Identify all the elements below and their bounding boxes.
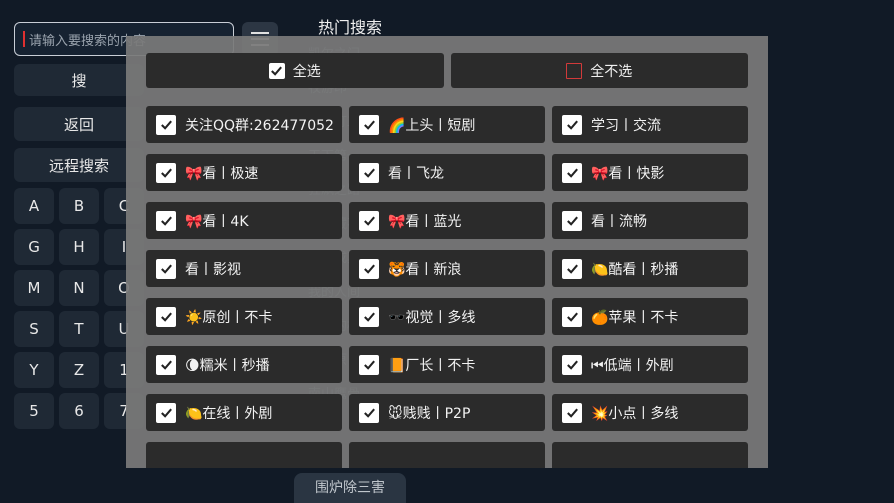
source-option[interactable]: 🎀看丨极速 [146, 154, 342, 191]
source-option[interactable]: ⏮低端丨外剧 [552, 346, 748, 383]
checkbox-checked-icon [156, 210, 176, 231]
checkbox-checked-icon [359, 114, 379, 135]
back-button[interactable]: 返回 [14, 107, 144, 141]
source-option-label: 看丨飞龙 [388, 165, 444, 182]
source-option-label: 🎀看丨4K [185, 213, 249, 230]
keyboard-key[interactable]: A [14, 188, 54, 224]
source-option-label: 🐭贱贱丨P2P [388, 405, 471, 422]
checkbox-checked-icon [562, 402, 582, 423]
checkbox-checked-icon [156, 354, 176, 375]
source-grid: 关注QQ群:262477052 🌈上头丨短剧 学习丨交流 🎀看丨极速 看丨飞龙 🎀看丨快影… [146, 106, 748, 468]
checkbox-checked-icon [562, 354, 582, 375]
keyboard: ABCGHIMNOSTUYZ1567 [14, 188, 144, 429]
source-option[interactable]: 🎀看丨快影 [552, 154, 748, 191]
checkbox-checked-icon [359, 306, 379, 327]
source-option[interactable]: 学习丨交流 [552, 106, 748, 143]
source-option-label: 🌘糯米丨秒播 [185, 357, 270, 374]
source-option-label: 看丨流畅 [591, 213, 647, 230]
source-option-label: 📙厂长丨不卡 [388, 357, 476, 374]
checkbox-checked-icon [268, 62, 285, 79]
checkbox-checked-icon [562, 162, 582, 183]
source-option-partial[interactable] [552, 442, 748, 468]
keyboard-key[interactable]: T [59, 311, 99, 347]
keyboard-key[interactable]: Y [14, 352, 54, 388]
remote-search-button[interactable]: 远程搜索 [14, 148, 144, 182]
keyboard-key[interactable]: G [14, 229, 54, 265]
checkbox-checked-icon [562, 210, 582, 231]
source-option-label: 关注QQ群:262477052 [185, 117, 334, 134]
source-option[interactable]: 🌘糯米丨秒播 [146, 346, 342, 383]
source-option[interactable]: 看丨影视 [146, 250, 342, 287]
checkbox-checked-icon [156, 114, 176, 135]
source-option[interactable]: 🎀看丨4K [146, 202, 342, 239]
source-option-label: 🍊苹果丨不卡 [591, 309, 679, 326]
search-button-label: 搜 [71, 71, 87, 90]
source-option[interactable]: 💥小点丨多线 [552, 394, 748, 431]
checkbox-checked-icon [359, 354, 379, 375]
source-option[interactable]: 🍋在线丨外剧 [146, 394, 342, 431]
checkbox-checked-icon [562, 114, 582, 135]
checkbox-checked-icon [156, 402, 176, 423]
source-option[interactable]: 🌈上头丨短剧 [349, 106, 545, 143]
search-button[interactable]: 搜 [14, 64, 144, 96]
keyboard-key[interactable]: Z [59, 352, 99, 388]
remote-search-label: 远程搜索 [48, 156, 109, 175]
checkbox-checked-icon [359, 210, 379, 231]
select-all-button[interactable]: 全选 [146, 53, 444, 88]
select-all-label: 全选 [292, 63, 321, 80]
source-option-label: 看丨影视 [185, 261, 241, 278]
source-option[interactable]: ☀️原创丨不卡 [146, 298, 342, 335]
source-option-label: 学习丨交流 [591, 117, 661, 134]
source-option-label: ☀️原创丨不卡 [185, 309, 273, 326]
select-none-button[interactable]: 全不选 [450, 53, 748, 88]
source-option-partial[interactable] [349, 442, 545, 468]
keyboard-key[interactable]: M [14, 270, 54, 306]
source-option[interactable]: 关注QQ群:262477052 [146, 106, 342, 143]
source-option[interactable]: 🕶️视觉丨多线 [349, 298, 545, 335]
source-option-label: 🎀看丨极速 [185, 165, 259, 182]
source-option-label: 🎀看丨蓝光 [388, 213, 462, 230]
source-option-label: 🐯看丨新浪 [388, 261, 462, 278]
source-option[interactable]: 🎀看丨蓝光 [349, 202, 545, 239]
text-caret [23, 31, 25, 47]
keyboard-key[interactable]: H [59, 229, 99, 265]
keyboard-key[interactable]: S [14, 311, 54, 347]
source-option-label: 💥小点丨多线 [591, 405, 679, 422]
checkbox-checked-icon [562, 306, 582, 327]
checkbox-checked-icon [359, 162, 379, 183]
back-button-label: 返回 [63, 115, 94, 134]
source-option-label: 🕶️视觉丨多线 [388, 309, 476, 326]
hot-search-item-bottom[interactable]: 围炉除三害 [294, 473, 406, 503]
source-option[interactable]: 看丨流畅 [552, 202, 748, 239]
source-option-label: ⏮低端丨外剧 [591, 357, 674, 374]
checkbox-checked-icon [359, 258, 379, 279]
checkbox-checked-icon [359, 402, 379, 423]
checkbox-unchecked-icon [566, 62, 583, 79]
keyboard-key[interactable]: N [59, 270, 99, 306]
source-option[interactable]: 🐯看丨新浪 [349, 250, 545, 287]
source-select-dialog: 全选 全不选 关注QQ群:262477052 🌈上头丨短剧 学习丨交流 🎀看丨极速 看丨… [126, 36, 768, 468]
source-option[interactable]: 🐭贱贱丨P2P [349, 394, 545, 431]
hot-search-title: 热门搜索 [318, 18, 383, 37]
source-option-label: 🎀看丨快影 [591, 165, 665, 182]
keyboard-key[interactable]: 5 [14, 393, 54, 429]
checkbox-checked-icon [156, 258, 176, 279]
source-option-label: 🍋在线丨外剧 [185, 405, 273, 422]
checkbox-checked-icon [562, 258, 582, 279]
select-none-label: 全不选 [590, 63, 633, 80]
checkbox-checked-icon [156, 306, 176, 327]
source-option[interactable]: 🍊苹果丨不卡 [552, 298, 748, 335]
source-option-label: 🌈上头丨短剧 [388, 117, 476, 134]
source-option[interactable]: 看丨飞龙 [349, 154, 545, 191]
source-option[interactable]: 📙厂长丨不卡 [349, 346, 545, 383]
keyboard-key[interactable]: B [59, 188, 99, 224]
keyboard-key[interactable]: 6 [59, 393, 99, 429]
source-option[interactable]: 🍋酷看丨秒播 [552, 250, 748, 287]
source-option-label: 🍋酷看丨秒播 [591, 261, 679, 278]
checkbox-checked-icon [156, 162, 176, 183]
source-option-partial[interactable] [146, 442, 342, 468]
